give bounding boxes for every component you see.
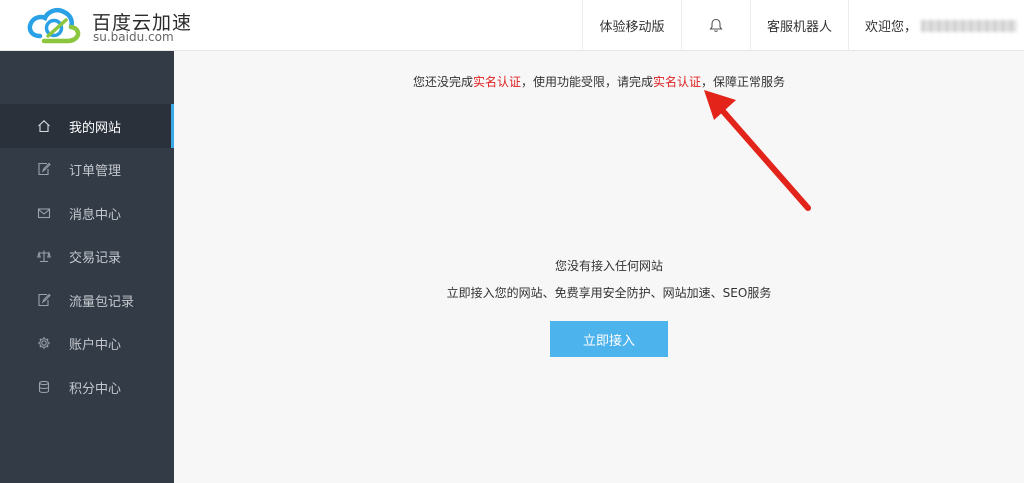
home-icon (38, 120, 50, 133)
sidebar-item-label: 积分中心 (69, 382, 122, 397)
sidebar-item-messages[interactable]: 消息中心 (0, 191, 174, 235)
sidebar: 我的网站 订单管理 消息中心 交易记录 流量包记录 账户中心 积分中心 (0, 51, 174, 483)
gear-icon (38, 337, 50, 349)
real-name-verification-link[interactable]: 实名认证 (653, 75, 701, 89)
sidebar-item-label: 流量包记录 (69, 295, 135, 310)
header-nav: 体验移动版 客服机器人 欢迎您， (582, 0, 1024, 51)
welcome-label: 欢迎您， (865, 20, 918, 35)
mail-icon (37, 208, 51, 219)
notice-text: 您还没完成 (412, 75, 473, 89)
sidebar-item-label: 交易记录 (69, 251, 122, 266)
empty-state-description: 立即接入您的网站、免费享用安全防护、网站加速、SEO服务 (446, 286, 772, 300)
top-header: 百度云加速 su.baidu.com 体验移动版 客服机器人 欢迎您， (0, 0, 1024, 51)
notifications-button[interactable] (681, 0, 750, 51)
edit-icon (38, 162, 51, 176)
connect-now-button[interactable]: 立即接入 (550, 321, 668, 357)
database-icon (38, 380, 50, 394)
bell-icon (709, 18, 723, 32)
sidebar-item-traffic-packages[interactable]: 流量包记录 (0, 278, 174, 322)
sidebar-item-label: 订单管理 (69, 164, 122, 179)
brand-subtitle: su.baidu.com (93, 30, 174, 44)
sidebar-item-my-sites[interactable]: 我的网站 (0, 104, 174, 148)
mobile-version-link[interactable]: 体验移动版 (582, 0, 681, 51)
sidebar-item-account[interactable]: 账户中心 (0, 321, 174, 365)
scale-icon (37, 250, 51, 263)
logo[interactable]: 百度云加速 su.baidu.com (26, 4, 191, 46)
sidebar-item-label: 账户中心 (69, 338, 122, 353)
annotation-arrow-icon (704, 90, 811, 211)
notice-text: ，使用功能受限，请完成 (520, 75, 653, 89)
sidebar-item-orders[interactable]: 订单管理 (0, 147, 174, 191)
sidebar-item-label: 我的网站 (69, 121, 122, 136)
empty-state-title: 您没有接入任何网站 (554, 259, 663, 273)
user-welcome[interactable]: 欢迎您， (848, 0, 1024, 51)
verification-notice: 您还没完成实名认证，使用功能受限，请完成实名认证，保障正常服务 (174, 73, 1024, 90)
blurred-username (921, 19, 1018, 32)
sidebar-item-label: 消息中心 (69, 208, 122, 223)
edit-icon (38, 293, 51, 307)
sidebar-item-transactions[interactable]: 交易记录 (0, 234, 174, 278)
real-name-verification-link[interactable]: 实名认证 (473, 75, 521, 89)
main-content: 您还没完成实名认证，使用功能受限，请完成实名认证，保障正常服务 您没有接入任何网… (174, 51, 1024, 483)
customer-service-robot-link[interactable]: 客服机器人 (750, 0, 848, 51)
cloud-logo-icon (27, 8, 81, 44)
sidebar-item-points[interactable]: 积分中心 (0, 365, 174, 409)
